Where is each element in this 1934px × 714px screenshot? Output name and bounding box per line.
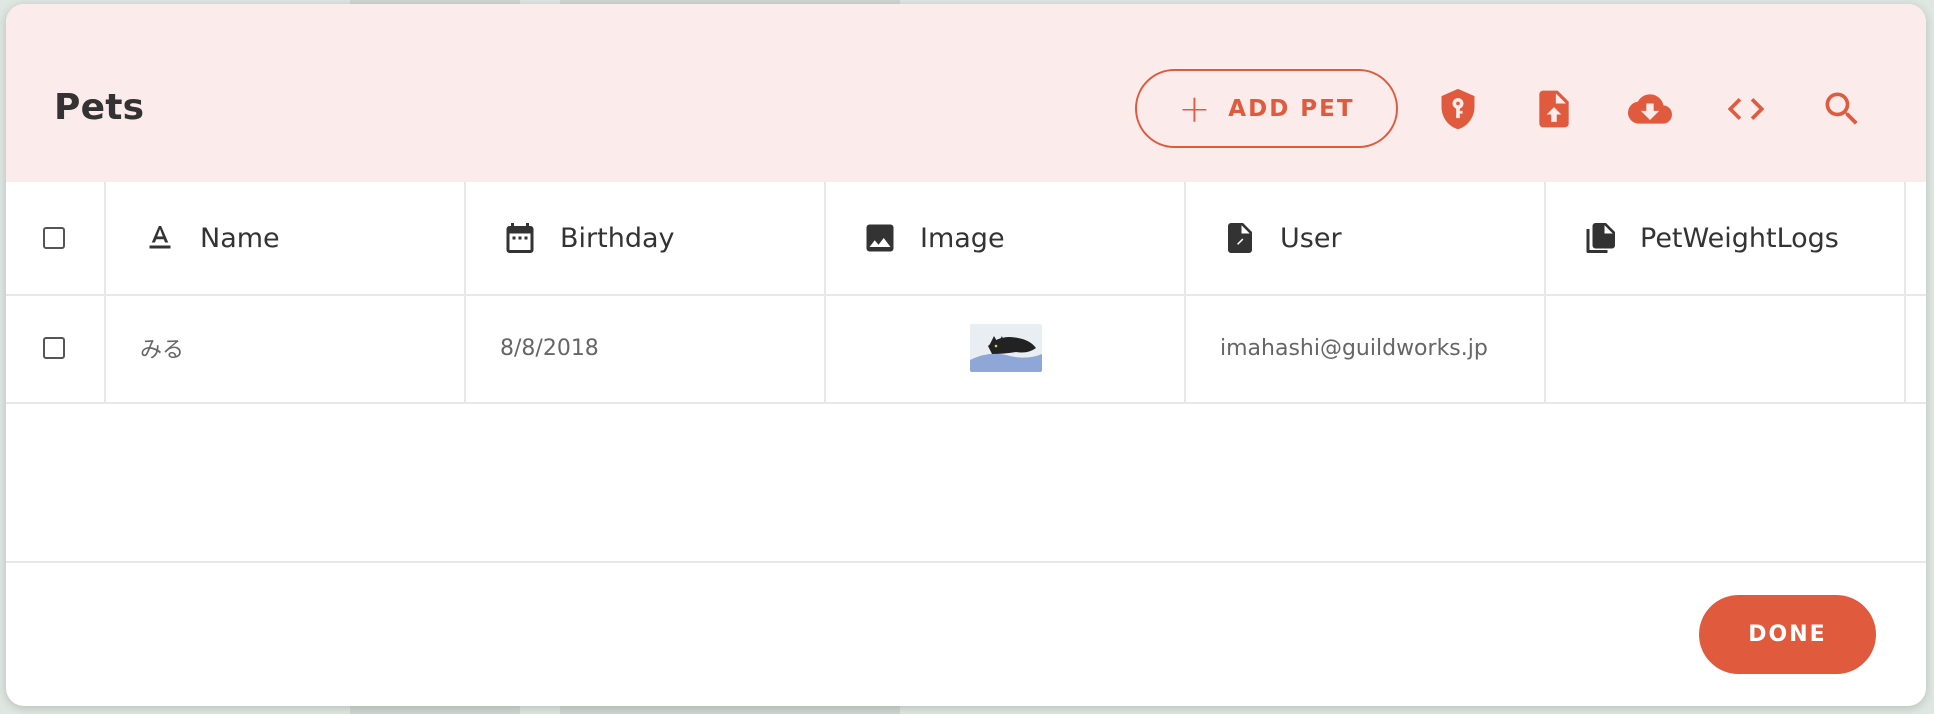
table-header-row: Name Birthday Image User PetWeightLogs bbox=[6, 182, 1926, 296]
column-header-birthday[interactable]: Birthday bbox=[466, 182, 826, 294]
column-header-name[interactable]: Name bbox=[106, 182, 466, 294]
column-label: Image bbox=[920, 222, 1005, 254]
shield-key-icon[interactable] bbox=[1436, 87, 1480, 131]
cell-user[interactable]: imahashi@guildworks.jp bbox=[1186, 294, 1546, 402]
footer-divider bbox=[6, 561, 1926, 563]
cell-image[interactable] bbox=[826, 294, 1186, 402]
file-multiple-link-icon bbox=[1582, 220, 1618, 256]
cell-value: imahashi@guildworks.jp bbox=[1220, 335, 1488, 361]
file-link-icon bbox=[1222, 220, 1258, 256]
row-select-cell bbox=[6, 294, 106, 402]
cell-name[interactable]: みる bbox=[106, 294, 466, 402]
column-label: PetWeightLogs bbox=[1640, 222, 1839, 254]
file-upload-icon[interactable] bbox=[1532, 87, 1576, 131]
add-pet-button[interactable]: + ADD PET bbox=[1135, 69, 1398, 148]
select-all-cell bbox=[6, 182, 106, 294]
column-label: User bbox=[1280, 222, 1342, 254]
add-pet-label: ADD PET bbox=[1228, 95, 1355, 122]
column-label: Name bbox=[200, 222, 280, 254]
search-icon[interactable] bbox=[1820, 87, 1864, 131]
cloud-download-icon[interactable] bbox=[1628, 87, 1672, 131]
column-header-image[interactable]: Image bbox=[826, 182, 1186, 294]
code-icon[interactable] bbox=[1724, 87, 1768, 131]
calendar-icon bbox=[502, 220, 538, 256]
row-checkbox[interactable] bbox=[43, 337, 65, 359]
column-header-petweightlogs[interactable]: PetWeightLogs bbox=[1546, 182, 1906, 294]
cell-value: みる bbox=[140, 338, 185, 363]
done-button[interactable]: DONE bbox=[1699, 595, 1876, 674]
cell-value: 8/8/2018 bbox=[500, 335, 599, 361]
dialog-header: Pets + ADD PET bbox=[6, 4, 1926, 182]
cell-petweightlogs[interactable] bbox=[1546, 294, 1906, 402]
pet-thumbnail[interactable] bbox=[970, 324, 1042, 372]
table-row[interactable]: みる 8/8/2018 imahashi@guildworks.jp bbox=[6, 294, 1926, 404]
column-label: Birthday bbox=[560, 222, 675, 254]
plus-icon: + bbox=[1178, 86, 1213, 131]
column-header-user[interactable]: User bbox=[1186, 182, 1546, 294]
image-icon bbox=[862, 220, 898, 256]
select-all-checkbox[interactable] bbox=[43, 227, 65, 249]
cell-birthday[interactable]: 8/8/2018 bbox=[466, 294, 826, 402]
text-format-icon bbox=[142, 220, 178, 256]
pets-dialog: Pets + ADD PET Name Birthday Image User … bbox=[6, 4, 1926, 706]
dialog-title: Pets bbox=[54, 87, 145, 128]
